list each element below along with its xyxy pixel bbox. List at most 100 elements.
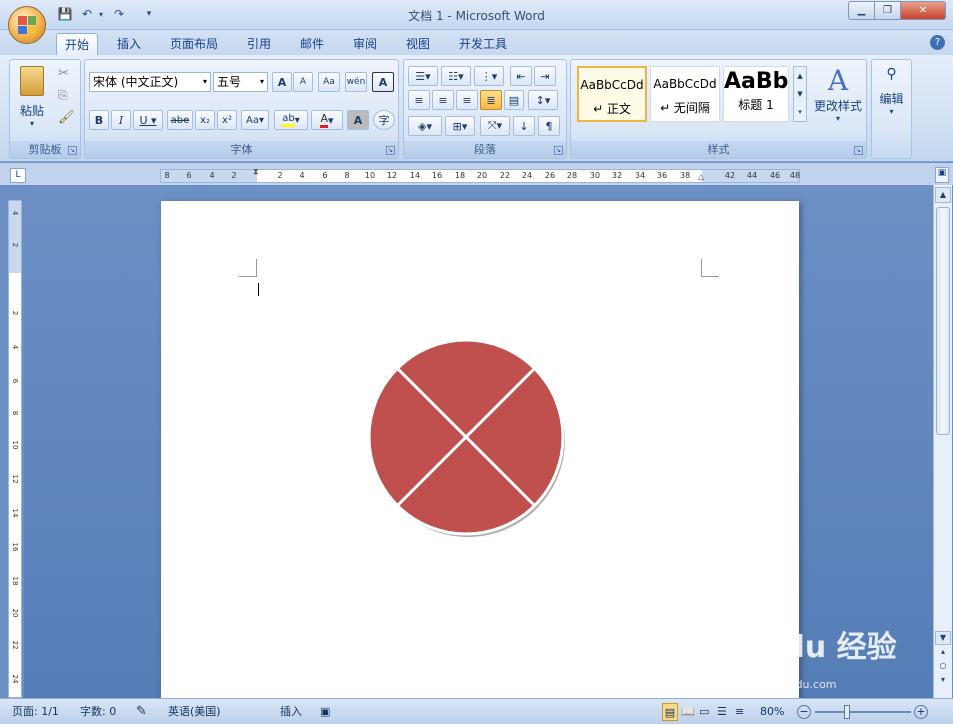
styles-launcher-icon[interactable]: ↘ [854, 146, 863, 155]
zoom-out-icon[interactable]: − [797, 705, 811, 719]
change-case-button[interactable]: Aa▾ [241, 110, 269, 130]
proofing-icon[interactable]: ✎ [136, 703, 147, 721]
document-page[interactable] [161, 201, 799, 701]
style-heading-1[interactable]: AaBb 标题 1 [723, 66, 789, 122]
align-left-button[interactable]: ≡ [408, 90, 430, 110]
view-ruler-icon[interactable]: ▣ [935, 167, 949, 183]
numbering-button[interactable]: ☷▾ [441, 66, 471, 86]
tab-references[interactable]: 引用 [239, 33, 279, 56]
outline-view-icon[interactable]: ☰ [717, 703, 727, 721]
ruler-tick: 6 [322, 171, 328, 180]
style-normal-name: ↵ 正文 [593, 102, 631, 116]
browse-object-icon[interactable]: ○ [935, 661, 951, 675]
tab-developer[interactable]: 开发工具 [451, 33, 515, 56]
print-layout-view-icon[interactable]: ▤ [662, 703, 678, 721]
multilevel-list-button[interactable]: ⋮▾ [474, 66, 504, 86]
increase-indent-button[interactable]: ⇥ [534, 66, 556, 86]
subscript-button[interactable]: x₂ [195, 110, 215, 130]
scroll-up-icon[interactable]: ▲ [935, 187, 951, 203]
phonetic-guide-button[interactable]: wén [345, 72, 367, 92]
full-screen-reading-icon[interactable]: 📖 [681, 703, 695, 721]
copy-icon[interactable]: ⎘ [58, 88, 68, 103]
page-count[interactable]: 页面: 1/1 [12, 703, 59, 721]
next-page-icon[interactable]: ▾ [935, 675, 951, 689]
language-status[interactable]: 英语(美国) [168, 703, 221, 721]
cut-icon[interactable]: ✂ [58, 66, 69, 81]
paragraph-group: ☰▾ ☷▾ ⋮▾ ⇤ ⇥ ≡ ≡ ≡ ≣ ▤ ↕▾ ◈▾ ⊞▾ ⤧▾ ↓ ¶ 段… [403, 59, 567, 159]
horizontal-ruler[interactable]: 8 6 4 2 2 4 6 8 10 12 14 16 18 20 22 24 … [160, 167, 800, 183]
vertical-ruler[interactable]: 4 2 2 4 6 8 10 12 14 16 18 20 22 24 [8, 200, 22, 698]
tab-review[interactable]: 审阅 [345, 33, 385, 56]
close-button[interactable]: ✕ [900, 1, 946, 20]
office-button[interactable] [8, 6, 46, 44]
restore-button[interactable]: ❐ [874, 1, 901, 20]
font-launcher-icon[interactable]: ↘ [386, 146, 395, 155]
font-name-combo[interactable]: 宋体 (中文正文) ▾ [89, 72, 211, 92]
baidu-watermark: Baidu 经验 [730, 630, 897, 665]
zoom-level[interactable]: 80% [760, 703, 784, 721]
shrink-font-button[interactable]: A [293, 72, 313, 92]
align-center-button[interactable]: ≡ [432, 90, 454, 110]
grow-font-button[interactable]: A [272, 72, 292, 92]
asian-layout-button[interactable]: ⤧▾ [480, 116, 510, 136]
strikethrough-button[interactable]: abe [167, 110, 193, 130]
show-marks-button[interactable]: ¶ [538, 116, 560, 136]
enclose-characters-button[interactable]: 字 [373, 110, 395, 130]
scroll-down-icon[interactable]: ▼ [935, 631, 951, 645]
character-border-button[interactable]: A [372, 72, 394, 92]
clipboard-launcher-icon[interactable]: ↘ [68, 146, 77, 155]
minimize-button[interactable]: ▁ [848, 1, 875, 20]
previous-page-icon[interactable]: ▴ [935, 647, 951, 661]
tab-page-layout[interactable]: 页面布局 [162, 33, 226, 56]
right-indent-marker-icon[interactable]: △ [698, 172, 704, 181]
style-no-spacing[interactable]: AaBbCcDd ↵ 无间隔 [650, 66, 720, 122]
paste-button[interactable]: 粘贴 ▾ [16, 66, 48, 132]
scroll-thumb[interactable] [936, 207, 950, 435]
font-size-combo[interactable]: 五号 ▾ [213, 72, 268, 92]
style-normal[interactable]: AaBbCcDd ↵ 正文 [577, 66, 647, 122]
tab-mailings[interactable]: 邮件 [292, 33, 332, 56]
zoom-slider-thumb[interactable] [844, 705, 850, 719]
decrease-indent-button[interactable]: ⇤ [510, 66, 532, 86]
help-icon[interactable]: ? [930, 35, 945, 50]
highlight-button[interactable]: ab ▾ [274, 110, 308, 130]
vruler-tick: 6 [11, 378, 19, 384]
editing-button[interactable]: ⚲ 编辑 ▾ [872, 66, 911, 116]
sort-button[interactable]: ↓ [513, 116, 535, 136]
font-group: 宋体 (中文正文) ▾ 五号 ▾ A A Aa wén A B I U ▾ abe … [84, 59, 399, 159]
draft-view-icon[interactable]: ≡ [735, 703, 744, 721]
italic-button[interactable]: I [111, 110, 131, 130]
tab-view[interactable]: 视图 [398, 33, 438, 56]
format-painter-icon[interactable]: 🖌 [58, 110, 75, 125]
word-count[interactable]: 字数: 0 [80, 703, 116, 721]
paragraph-launcher-icon[interactable]: ↘ [554, 146, 563, 155]
macro-record-icon[interactable]: ▣ [320, 703, 330, 721]
web-layout-icon[interactable]: ▭ [699, 703, 709, 721]
justify-button[interactable]: ≣ [480, 90, 502, 110]
vruler-tick: 24 [11, 674, 19, 684]
bold-button[interactable]: B [89, 110, 109, 130]
tab-selector-icon[interactable]: L [10, 168, 26, 183]
zoom-slider-track[interactable] [815, 711, 911, 713]
borders-button[interactable]: ⊞▾ [445, 116, 475, 136]
tab-home[interactable]: 开始 [56, 33, 99, 56]
tab-insert[interactable]: 插入 [109, 33, 149, 56]
quadrant-circle-shape[interactable] [361, 333, 573, 545]
character-shading-button[interactable]: A [347, 110, 369, 130]
styles-scroll[interactable]: ▲ ▼ ▾ [793, 66, 807, 122]
clear-formatting-button[interactable]: Aa [318, 72, 340, 92]
distributed-button[interactable]: ▤ [504, 90, 524, 110]
indent-marker-icon[interactable]: ⧗ [253, 167, 259, 177]
insert-mode[interactable]: 插入 [280, 703, 302, 721]
vertical-scrollbar[interactable]: ▲ ▼ ▴ ○ ▾ [933, 185, 952, 698]
bullets-button[interactable]: ☰▾ [408, 66, 438, 86]
superscript-button[interactable]: x² [217, 110, 237, 130]
change-styles-button[interactable]: A 更改样式 ▾ [811, 64, 865, 134]
align-right-button[interactable]: ≡ [456, 90, 478, 110]
ruler-tick: 16 [431, 171, 443, 180]
underline-button[interactable]: U ▾ [133, 110, 163, 130]
shading-button[interactable]: ◈▾ [408, 116, 442, 136]
font-color-button[interactable]: A ▾ [311, 110, 343, 130]
zoom-in-icon[interactable]: + [914, 705, 928, 719]
line-spacing-button[interactable]: ↕▾ [528, 90, 558, 110]
